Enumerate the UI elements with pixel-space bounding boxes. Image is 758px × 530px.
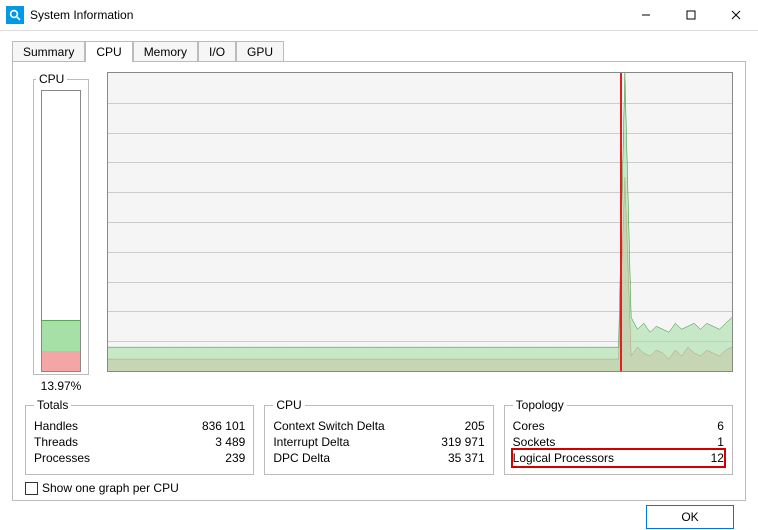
logical-processors-row: Logical Processors12	[513, 450, 724, 466]
tab-gpu[interactable]: GPU	[236, 41, 284, 62]
sockets-label: Sockets	[513, 435, 633, 449]
handles-label: Handles	[34, 419, 154, 433]
tab-memory[interactable]: Memory	[133, 41, 198, 62]
tab-content: CPU 13.97%	[12, 61, 746, 501]
threads-value: 3 489	[154, 435, 245, 449]
tab-cpu[interactable]: CPU	[85, 41, 132, 62]
window-title: System Information	[30, 8, 133, 22]
lp-value: 12	[633, 451, 724, 465]
totals-legend: Totals	[34, 398, 71, 412]
maximize-button[interactable]	[668, 0, 713, 30]
cpu-history-graph	[107, 72, 733, 372]
id-label: Interrupt Delta	[273, 435, 393, 449]
tab-io[interactable]: I/O	[198, 41, 236, 62]
minimize-button[interactable]	[623, 0, 668, 30]
cpu-stats-legend: CPU	[273, 398, 304, 412]
cores-label: Cores	[513, 419, 633, 433]
csd-value: 205	[393, 419, 484, 433]
cpu-stats-group: CPU Context Switch Delta205 Interrupt De…	[264, 398, 493, 475]
threads-label: Threads	[34, 435, 154, 449]
show-one-graph-checkbox[interactable]	[25, 482, 38, 495]
tab-summary[interactable]: Summary	[12, 41, 85, 62]
show-one-graph-label: Show one graph per CPU	[42, 481, 179, 495]
cpu-graph-cursor	[620, 73, 622, 371]
csd-label: Context Switch Delta	[273, 419, 393, 433]
cpu-gauge-legend: CPU	[36, 72, 67, 86]
topology-group: Topology Cores6 Sockets1 Logical Process…	[504, 398, 733, 475]
app-icon	[6, 6, 24, 24]
cores-value: 6	[633, 419, 724, 433]
cpu-gauge-group: CPU	[33, 72, 89, 375]
ok-button[interactable]: OK	[646, 505, 734, 529]
lp-label: Logical Processors	[513, 451, 633, 465]
dpc-value: 35 371	[393, 451, 484, 465]
close-button[interactable]	[713, 0, 758, 30]
totals-group: Totals Handles836 101 Threads3 489 Proce…	[25, 398, 254, 475]
id-value: 319 971	[393, 435, 484, 449]
tab-strip: Summary CPU Memory I/O GPU	[12, 39, 746, 61]
window-titlebar: System Information	[0, 0, 758, 31]
topology-legend: Topology	[513, 398, 567, 412]
ok-button-label: OK	[681, 510, 698, 524]
cpu-gauge-value: 13.97%	[41, 379, 82, 393]
cpu-gauge	[41, 90, 81, 372]
sockets-value: 1	[633, 435, 724, 449]
dpc-label: DPC Delta	[273, 451, 393, 465]
processes-value: 239	[154, 451, 245, 465]
processes-label: Processes	[34, 451, 154, 465]
handles-value: 836 101	[154, 419, 245, 433]
